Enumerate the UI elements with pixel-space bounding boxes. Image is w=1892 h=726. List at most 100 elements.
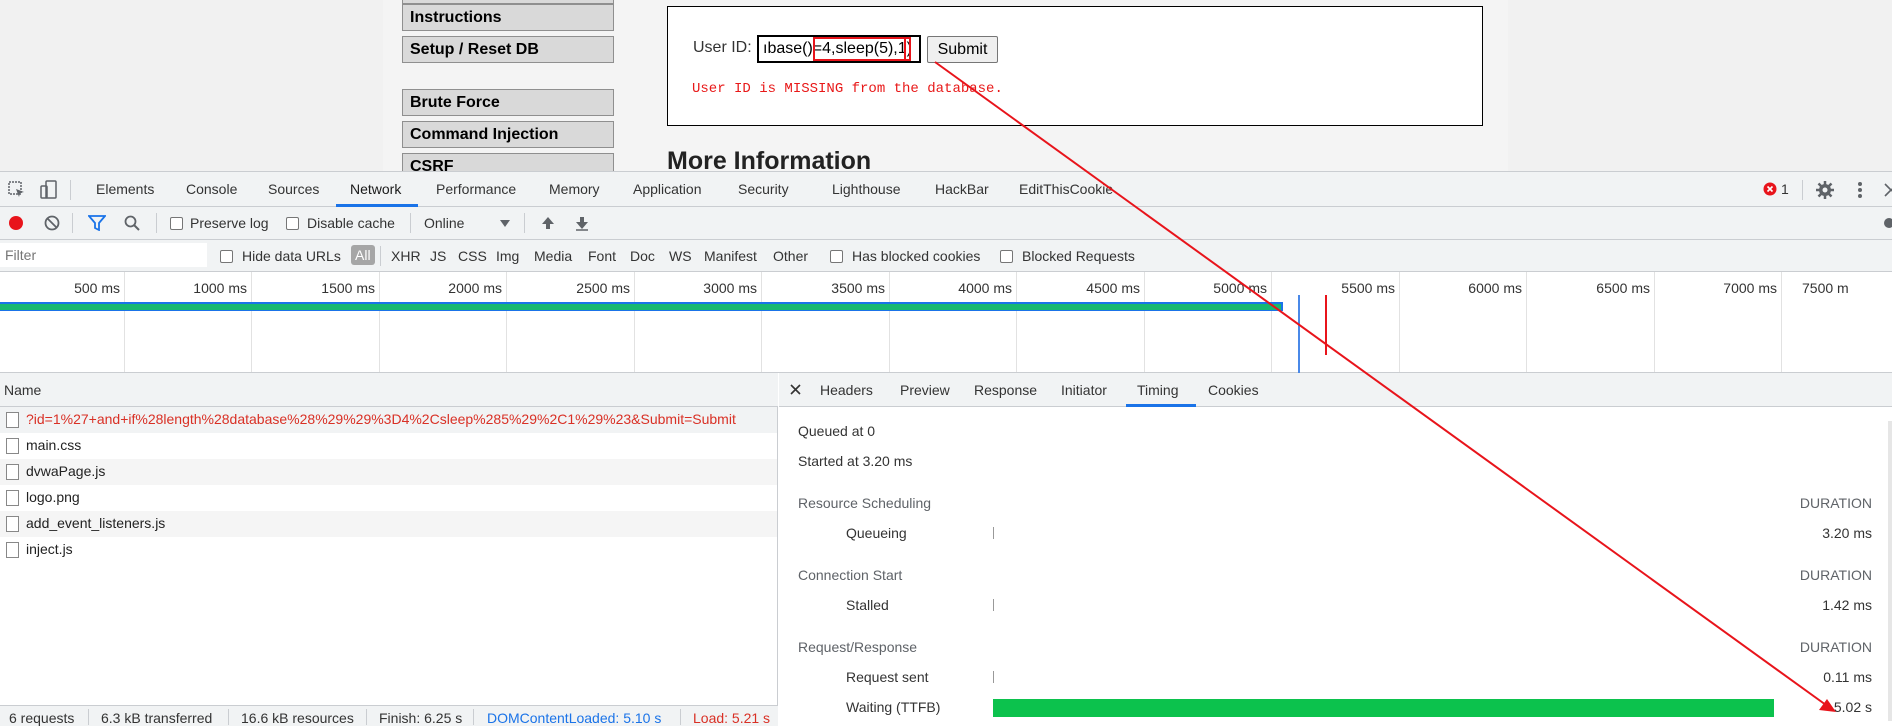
menu-command-injection[interactable]: Command Injection — [402, 121, 614, 148]
highlight-box — [813, 37, 906, 61]
request-name: ?id=1%27+and+if%28length%28database%28%2… — [26, 411, 736, 427]
tab-hackbar[interactable]: HackBar — [935, 181, 989, 197]
section-title: Resource Scheduling — [798, 495, 932, 511]
filter-type-doc[interactable]: Doc — [630, 248, 655, 264]
request-row[interactable]: logo.png — [0, 485, 777, 511]
filter-type-all[interactable]: All — [351, 245, 375, 265]
file-icon — [6, 542, 19, 558]
finish-time: Finish: 6.25 s — [379, 710, 463, 726]
has-blocked-cookies-checkbox[interactable] — [830, 250, 843, 263]
request-row-selected[interactable]: ?id=1%27+and+if%28length%28database%28%2… — [0, 407, 777, 433]
request-name: inject.js — [26, 541, 73, 557]
tick-line — [1016, 272, 1017, 372]
error-count[interactable]: 1 — [1781, 181, 1789, 197]
clear-icon[interactable] — [44, 215, 60, 231]
tab-initiator[interactable]: Initiator — [1061, 382, 1107, 398]
filter-type-xhr[interactable]: XHR — [391, 248, 421, 264]
tab-sources[interactable]: Sources — [268, 181, 319, 197]
tick-line — [761, 272, 762, 372]
tab-application[interactable]: Application — [633, 181, 702, 197]
tick-label: 7000 ms — [1723, 280, 1777, 296]
device-toolbar-icon[interactable] — [40, 180, 58, 200]
disable-cache-checkbox[interactable] — [286, 217, 299, 230]
filter-input[interactable] — [0, 243, 207, 267]
network-settings-icon[interactable] — [1880, 215, 1892, 231]
tick-line — [1654, 272, 1655, 372]
tab-network[interactable]: Network — [350, 181, 401, 197]
dropdown-arrow-icon[interactable] — [500, 220, 510, 227]
tab-preview[interactable]: Preview — [900, 382, 950, 398]
resources-size: 16.6 kB resources — [241, 710, 354, 726]
tab-console[interactable]: Console — [186, 181, 237, 197]
tab-lighthouse[interactable]: Lighthouse — [832, 181, 901, 197]
separator — [524, 213, 525, 233]
filter-icon[interactable] — [88, 215, 106, 231]
error-icon[interactable] — [1763, 182, 1777, 196]
preserve-log-checkbox[interactable] — [170, 217, 183, 230]
menu-csrf[interactable]: CSRF — [402, 153, 614, 171]
tick-line — [1399, 272, 1400, 372]
tab-memory[interactable]: Memory — [549, 181, 600, 197]
menu-setup-reset-db[interactable]: Setup / Reset DB — [402, 36, 614, 63]
error-message: User ID is MISSING from the database. — [692, 81, 1003, 97]
filter-type-media[interactable]: Media — [534, 248, 572, 264]
export-har-icon[interactable] — [574, 215, 590, 231]
filter-type-manifest[interactable]: Manifest — [704, 248, 757, 264]
network-overview-timeline[interactable]: 500 ms 1000 ms 1500 ms 2000 ms 2500 ms 3… — [0, 272, 1892, 373]
active-detail-tab-indicator — [1126, 404, 1196, 407]
inspect-element-icon[interactable] — [8, 181, 26, 199]
separator — [366, 709, 367, 725]
section-title: Request/Response — [798, 639, 918, 655]
import-har-icon[interactable] — [540, 215, 556, 231]
request-row[interactable]: dvwaPage.js — [0, 459, 777, 485]
filter-type-img[interactable]: Img — [496, 248, 519, 264]
tab-response[interactable]: Response — [974, 382, 1037, 398]
blocked-requests-checkbox[interactable] — [1000, 250, 1013, 263]
tick-label: 3500 ms — [831, 280, 885, 296]
tab-cookies[interactable]: Cookies — [1208, 382, 1259, 398]
tick-line — [124, 272, 125, 372]
filter-type-css[interactable]: CSS — [458, 248, 487, 264]
request-details-panel: Headers Preview Response Initiator Timin… — [779, 373, 1892, 726]
search-icon[interactable] — [124, 215, 140, 231]
timing-row-label: Queueing — [846, 525, 907, 541]
timing-row-label: Request sent — [846, 669, 929, 685]
name-column-header[interactable]: Name — [0, 373, 778, 407]
tab-headers[interactable]: Headers — [820, 382, 873, 398]
more-information-heading: More Information — [667, 147, 872, 171]
tab-elements[interactable]: Elements — [96, 181, 154, 197]
network-toolbar: Preserve log Disable cache Online — [0, 207, 1892, 240]
submit-button[interactable]: Submit — [927, 36, 998, 63]
record-icon[interactable] — [8, 215, 24, 231]
tick-line — [1144, 272, 1145, 372]
separator — [410, 213, 411, 233]
request-row[interactable]: add_event_listeners.js — [0, 511, 777, 537]
filter-type-other[interactable]: Other — [773, 248, 808, 264]
hide-data-urls-checkbox[interactable] — [220, 250, 233, 263]
tab-performance[interactable]: Performance — [436, 181, 516, 197]
file-icon — [6, 490, 19, 506]
filter-type-js[interactable]: JS — [430, 248, 446, 264]
request-row[interactable]: main.css — [0, 433, 777, 459]
tick-label: 5500 ms — [1341, 280, 1395, 296]
details-scrollbar[interactable] — [1888, 421, 1892, 721]
request-count: 6 requests — [9, 710, 75, 726]
menu-brute-force[interactable]: Brute Force — [402, 89, 614, 116]
close-details-icon[interactable] — [790, 384, 801, 395]
request-row[interactable]: inject.js — [0, 537, 777, 563]
tab-editthiscookie[interactable]: EditThisCookie — [1019, 181, 1113, 197]
more-options-icon[interactable] — [1857, 181, 1863, 199]
tab-security[interactable]: Security — [738, 181, 789, 197]
tick-line — [1271, 272, 1272, 372]
tick-label: 7500 m — [1802, 280, 1849, 296]
close-devtools-icon[interactable] — [1884, 183, 1892, 197]
menu-instructions[interactable]: Instructions — [402, 4, 614, 31]
tick-line — [1526, 272, 1527, 372]
tab-timing[interactable]: Timing — [1137, 382, 1179, 398]
timing-row-value: 3.20 ms — [1822, 525, 1872, 541]
throttling-select[interactable]: Online — [424, 215, 464, 231]
filter-type-ws[interactable]: WS — [669, 248, 692, 264]
filter-type-font[interactable]: Font — [588, 248, 616, 264]
settings-gear-icon[interactable] — [1816, 181, 1834, 199]
separator — [88, 709, 89, 725]
